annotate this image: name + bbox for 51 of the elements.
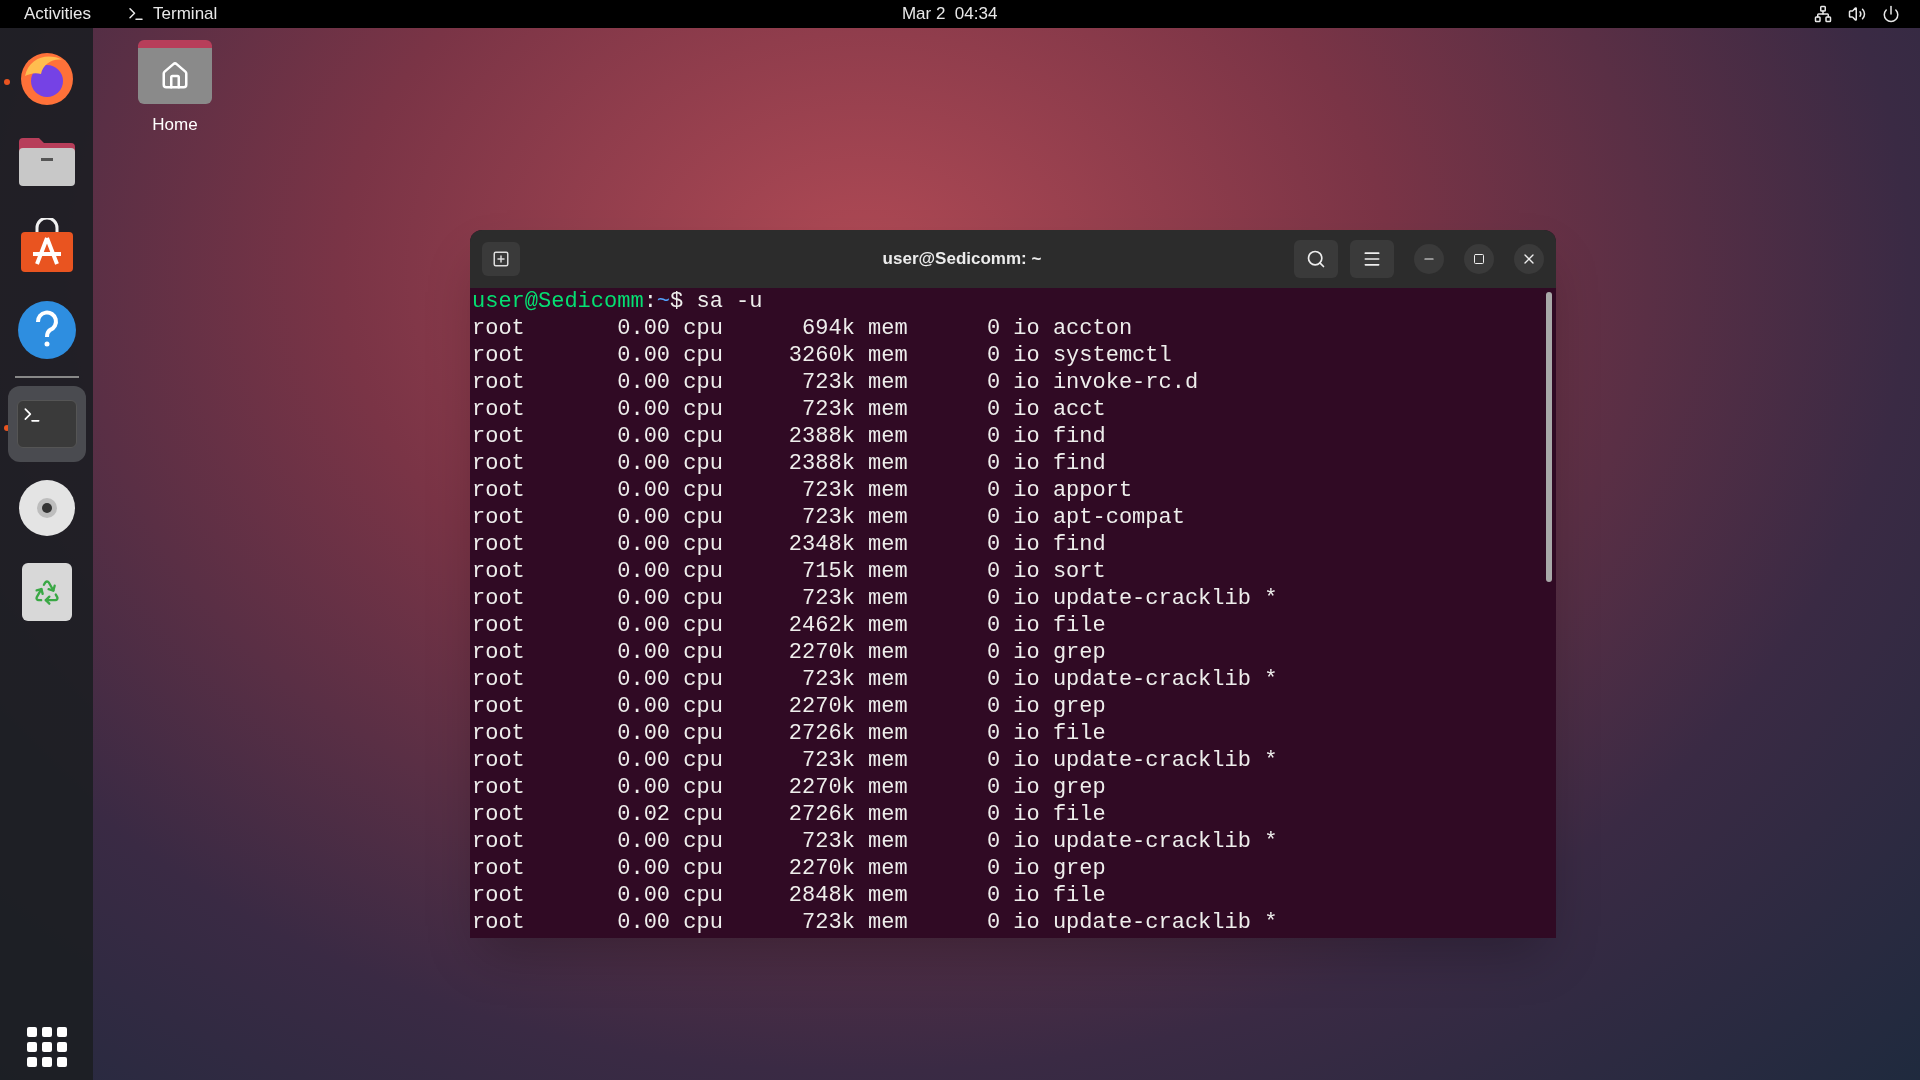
output-line: root 0.00 cpu 723k mem 0 io invoke-rc.d [472,369,1199,396]
output-line: root 0.00 cpu 2726k mem 0 io file [472,720,1106,747]
output-line: root 0.02 cpu 2726k mem 0 io file [472,801,1106,828]
new-tab-icon [492,250,510,268]
output-line: root 0.00 cpu 723k mem 0 io apt-compat [472,504,1185,531]
output-line: root 0.00 cpu 694k mem 0 io accton [472,315,1133,342]
folder-icon [16,136,77,188]
terminal-icon [16,400,77,448]
activities-button[interactable]: Activities [12,1,104,27]
output-line: root 0.00 cpu 2462k mem 0 io file [472,612,1106,639]
output-line: root 0.00 cpu 723k mem 0 io update-cracklib * [472,909,1278,936]
prompt-line: user@Sedicomm:~$ sa -u [472,288,763,315]
window-title: user@Sedicomm: ~ [882,248,1042,271]
volume-icon[interactable] [1848,5,1866,23]
maximize-button[interactable] [1464,244,1494,274]
help-icon [17,301,76,359]
output-line: root 0.00 cpu 723k mem 0 io update-cracklib * [472,666,1278,693]
network-icon[interactable] [1814,5,1832,23]
app-grid-icon[interactable] [25,1026,68,1068]
menu-button[interactable] [1350,240,1394,278]
home-folder-icon[interactable] [138,40,212,104]
output-line: root 0.00 cpu 2848k mem 0 io file [472,882,1106,909]
output-line: root 0.00 cpu 723k mem 0 io update-cracklib * [472,585,1278,612]
output-line: root 0.00 cpu 723k mem 0 io update-cracklib * [472,747,1278,774]
disc-icon [17,479,76,537]
new-tab-button[interactable] [482,242,520,276]
output-line: root 0.00 cpu 3260k mem 0 io systemctl [472,342,1172,369]
output-line: root 0.00 cpu 2348k mem 0 io find [472,531,1106,558]
clock[interactable]: Mar 2 04:34 [901,1,998,27]
maximize-icon [1473,253,1485,265]
output-line: root 0.00 cpu 2270k mem 0 io grep [472,774,1106,801]
desktop-icon-label: Home [152,114,198,136]
app-menu-label: Terminal [153,3,218,26]
output-line: root 0.00 cpu 2388k mem 0 io find [472,423,1106,450]
scrollbar-thumb[interactable] [1546,292,1552,582]
menu-icon [1362,249,1382,269]
output-line: root 0.00 cpu 2270k mem 0 io grep [472,855,1106,882]
output-line: root 0.00 cpu 723k mem 0 io update-cracklib * [472,828,1278,855]
output-line: root 0.00 cpu 2270k mem 0 io grep [472,639,1106,666]
terminal-icon [127,5,146,23]
close-button[interactable] [1514,244,1544,274]
output-line: root 0.00 cpu 723k mem 0 io apport [472,477,1133,504]
output-line: root 0.00 cpu 723k mem 0 io acct [472,396,1106,423]
search-icon [1306,249,1326,269]
search-button[interactable] [1294,240,1338,278]
output-line: root 0.00 cpu 2388k mem 0 io find [472,450,1106,477]
power-icon[interactable] [1882,5,1900,23]
output-line: root 0.00 cpu 2270k mem 0 io grep [472,693,1106,720]
output-line: root 0.00 cpu 715k mem 0 io sort [472,558,1106,585]
app-menu[interactable]: Terminal [119,1,226,27]
recycle-bin-icon [21,563,72,621]
